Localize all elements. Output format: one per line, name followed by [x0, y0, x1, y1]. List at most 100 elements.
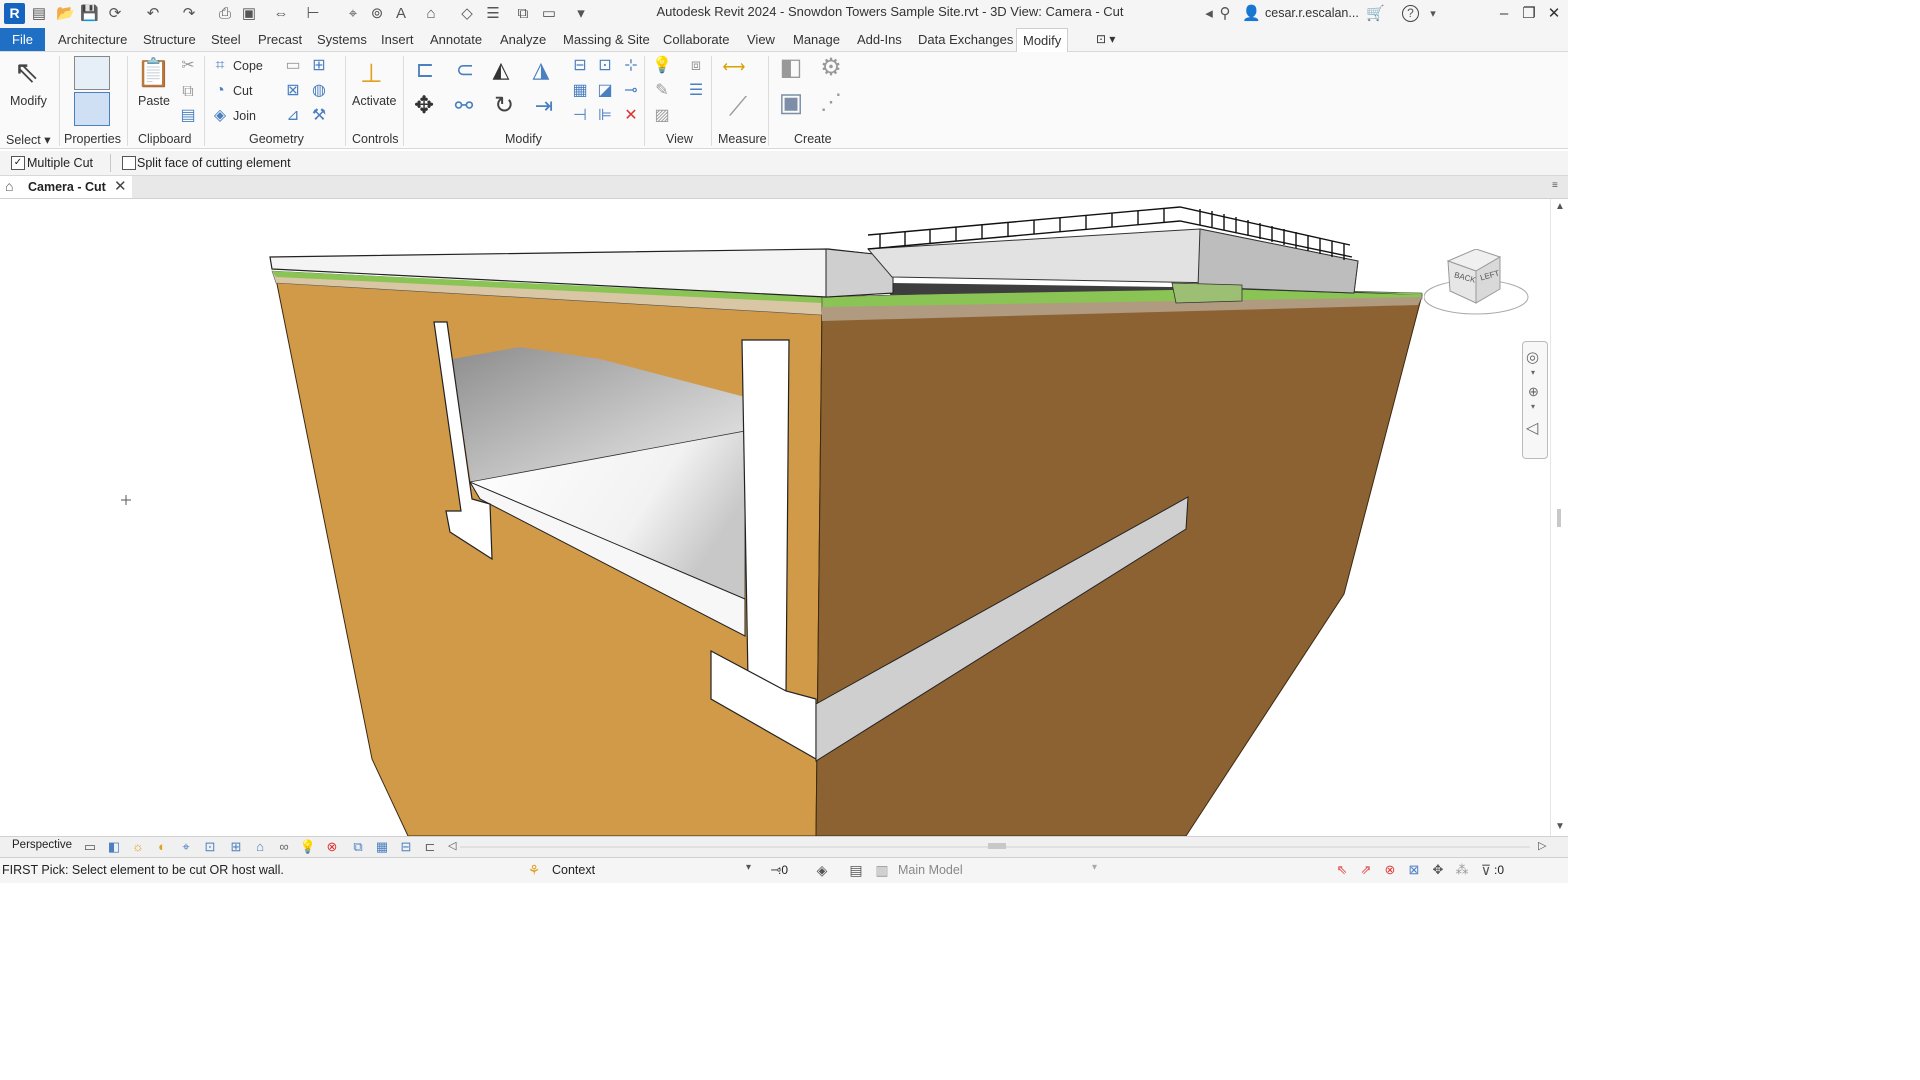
help-icon[interactable]: ?	[1402, 5, 1419, 22]
measure-between-icon[interactable]: ⟷	[718, 58, 750, 78]
viewcube-graphic[interactable]	[1423, 248, 1530, 321]
user-name[interactable]: cesar.r.escalan...	[1265, 6, 1359, 20]
drag-on-selection-icon[interactable]: ✥	[1428, 860, 1448, 880]
cut-button-label[interactable]: Cut	[233, 84, 252, 98]
unpin-icon[interactable]: ⊹	[621, 56, 641, 76]
cut-scissors-icon[interactable]: ✂	[178, 56, 198, 76]
cut-geometry-icon[interactable]: ◔	[210, 81, 230, 101]
design-option-select[interactable]: Main Model	[898, 863, 1098, 877]
detail-level-icon[interactable]: ▭	[80, 837, 100, 857]
tab-add-ins[interactable]: Add-Ins	[851, 28, 908, 51]
multiple-cut-checkbox[interactable]: ✓	[11, 156, 25, 170]
sun-path-icon[interactable]: ☼	[128, 837, 148, 857]
split-face-icon[interactable]: ⊠	[283, 81, 303, 101]
vertical-scrollbar[interactable]: ▲ ▼	[1550, 199, 1569, 836]
look-icon[interactable]: ◁	[1526, 418, 1538, 438]
rotate-icon[interactable]: ↻	[490, 94, 518, 124]
temporary-hide-icon[interactable]: ∞	[274, 837, 294, 857]
array-icon[interactable]: ▦	[570, 81, 590, 101]
properties-icon[interactable]	[74, 92, 110, 126]
demolish-icon[interactable]: ⊿	[283, 106, 303, 126]
steering-wheel-dropdown-icon[interactable]: ▾	[1531, 368, 1535, 377]
ribbon-minimize-icon[interactable]: ⊡ ▾	[1090, 28, 1121, 51]
trim-extend-icon[interactable]: ⇥	[530, 95, 558, 124]
restore-button[interactable]: ❐	[1517, 4, 1541, 24]
trim-single-icon[interactable]: ⊣	[570, 106, 590, 126]
cope-icon[interactable]: ⌗	[210, 56, 230, 76]
move-icon[interactable]: ✥	[410, 94, 438, 124]
wall-joins-icon[interactable]: ⊞	[309, 56, 329, 76]
scroll-left-icon[interactable]: ◁	[448, 839, 456, 852]
tag-icon[interactable]: ⌖	[344, 5, 362, 23]
application-menu-icon[interactable]: ▤	[30, 5, 48, 23]
drawing-canvas[interactable]: BACK LEFT ◎ ▾ ⊕ ▾ ◁	[0, 199, 1550, 836]
user-icon[interactable]: 👤	[1242, 5, 1261, 23]
unjoin-icon[interactable]: ▭	[283, 56, 303, 76]
design-option-dropdown-icon[interactable]: ▾	[1092, 862, 1097, 873]
view-filter-icon[interactable]: ☰	[686, 81, 706, 101]
open-icon[interactable]: 📂	[56, 5, 75, 23]
reveal-hidden-icon[interactable]: 💡	[298, 837, 318, 857]
close-hidden-windows-icon[interactable]: ⧉	[514, 5, 532, 23]
delete-icon[interactable]: ✕	[621, 106, 641, 126]
view-tab-camera-cut[interactable]: ⌂ Camera - Cut ✕	[0, 176, 132, 198]
copy-element-icon[interactable]: ⚯	[450, 95, 478, 124]
tab-manage[interactable]: Manage	[787, 28, 846, 51]
tab-annotate[interactable]: Annotate	[424, 28, 488, 51]
worksets-icon[interactable]: ⚘	[524, 860, 544, 880]
paint-icon[interactable]: ◍	[309, 81, 329, 101]
split-with-gap-icon[interactable]: ⊡	[595, 56, 615, 76]
tag-by-category-icon[interactable]: ⊚	[368, 5, 386, 23]
visual-style-icon[interactable]: ◧	[104, 837, 124, 857]
model-list-icon[interactable]: ▤	[846, 860, 866, 880]
section-icon[interactable]: ◇	[458, 5, 476, 23]
split-element-icon[interactable]: ⊟	[570, 56, 590, 76]
panel-create-label[interactable]: Create	[794, 132, 832, 146]
workset-dropdown-icon[interactable]: ▾	[746, 862, 751, 873]
print-icon[interactable]: ⎙	[216, 5, 234, 23]
tab-systems[interactable]: Systems	[311, 28, 373, 51]
worksharing-display-icon[interactable]: ⧉	[348, 837, 368, 857]
tab-insert[interactable]: Insert	[375, 28, 420, 51]
trim-multiple-icon[interactable]: ⊫	[595, 106, 615, 126]
render-icon[interactable]: ⌖	[176, 837, 196, 857]
crop-view-icon[interactable]: ⊡	[200, 837, 220, 857]
create-assembly-icon[interactable]: ◧	[776, 56, 806, 88]
thin-lines-icon[interactable]: ☰	[484, 5, 502, 23]
scroll-up-icon[interactable]: ▲	[1555, 201, 1565, 212]
close-view-icon[interactable]: ✕	[114, 177, 127, 195]
selection-box-icon[interactable]: ▨	[652, 106, 672, 126]
shadows-icon[interactable]: ◐	[152, 837, 172, 857]
tab-file[interactable]: File	[0, 28, 45, 51]
tab-modify[interactable]: Modify	[1016, 28, 1069, 52]
view-tabs-menu-icon[interactable]: ≡	[1552, 180, 1558, 191]
cart-icon[interactable]: 🛒	[1366, 5, 1385, 23]
close-button[interactable]: ✕	[1542, 4, 1566, 24]
activate-button-label[interactable]: Activate	[352, 94, 396, 108]
help-dropdown-icon[interactable]: ▾	[1424, 5, 1442, 23]
workset-select[interactable]: Context	[552, 863, 752, 877]
panel-geometry-label[interactable]: Geometry	[249, 132, 304, 146]
minimize-button[interactable]: –	[1492, 4, 1516, 24]
create-similar-icon[interactable]: ⋰	[816, 91, 846, 122]
modify-button-label[interactable]: Modify	[10, 94, 47, 108]
split-face-checkbox[interactable]	[122, 156, 136, 170]
print-to-icon[interactable]: ▣	[240, 5, 258, 23]
panel-controls-label[interactable]: Controls	[352, 132, 399, 146]
scroll-right-icon[interactable]: ▷	[1538, 839, 1546, 852]
background-process-icon[interactable]: ⁂	[1452, 860, 1472, 880]
tab-architecture[interactable]: Architecture	[52, 28, 133, 51]
match-type-icon[interactable]: ▤	[178, 106, 198, 126]
paste-button-label[interactable]: Paste	[138, 94, 170, 108]
retaining-wall-right[interactable]	[741, 339, 790, 692]
revit-logo-icon[interactable]: R	[4, 3, 25, 24]
tab-structure[interactable]: Structure	[137, 28, 202, 51]
view-mode-label[interactable]: Perspective	[12, 839, 72, 851]
pin-icon[interactable]: ⊸	[621, 81, 641, 101]
measure-icon[interactable]: ⇔	[272, 5, 290, 23]
join-icon[interactable]: ◈	[210, 106, 230, 126]
activate-icon[interactable]: ⊥	[360, 56, 388, 90]
filter-icon[interactable]: ⊽	[1476, 860, 1496, 880]
text-icon[interactable]: A	[392, 5, 410, 23]
sync-icon[interactable]: ⟳	[106, 5, 124, 23]
